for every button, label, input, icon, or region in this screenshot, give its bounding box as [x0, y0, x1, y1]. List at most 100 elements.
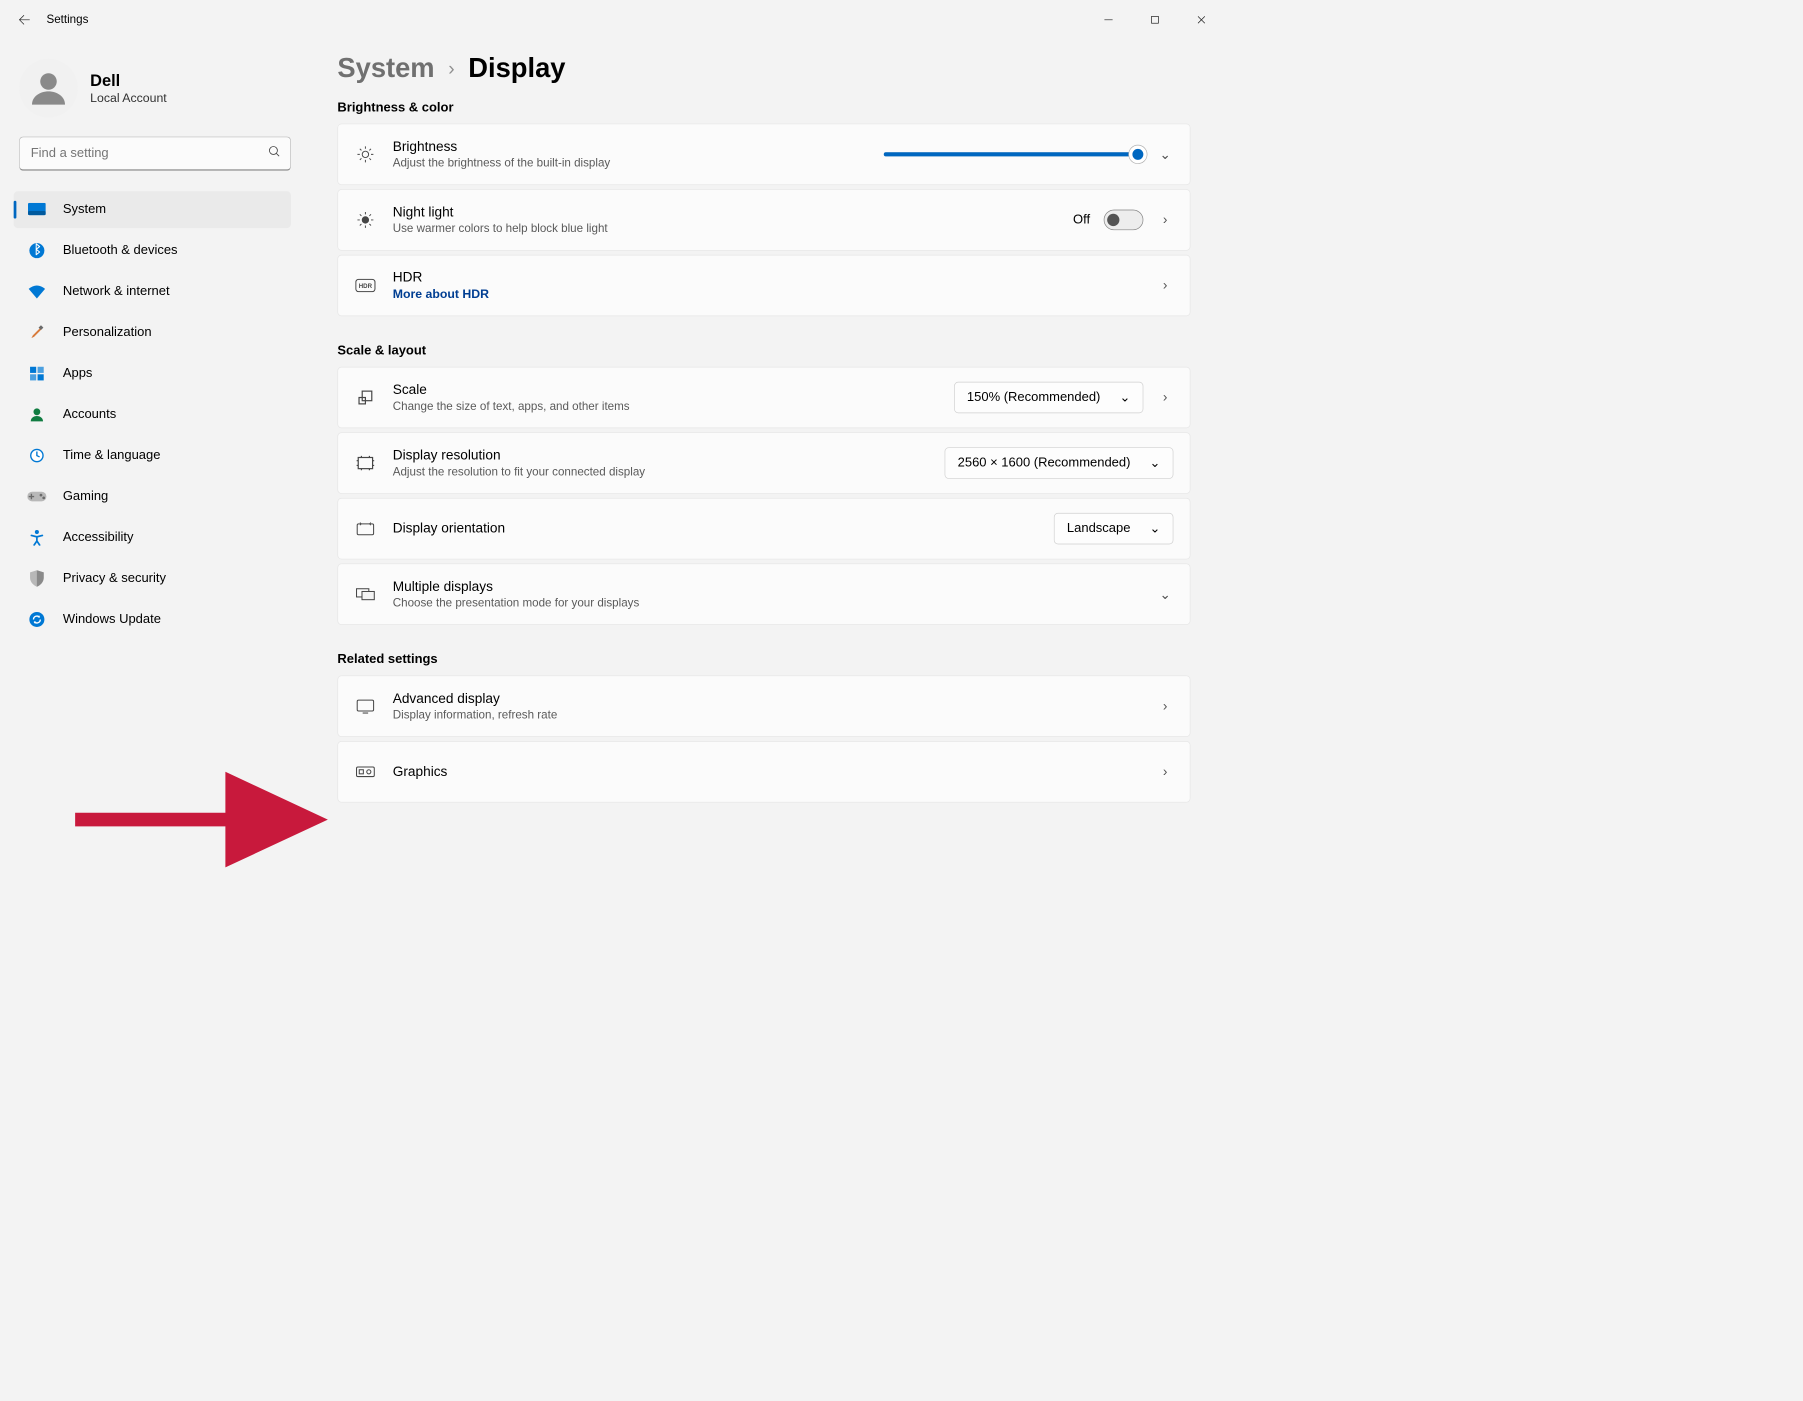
orientation-icon: [354, 521, 376, 536]
sidebar-item-network[interactable]: Network & internet: [14, 273, 291, 310]
dropdown-value: 2560 × 1600 (Recommended): [958, 456, 1131, 471]
update-icon: [27, 610, 46, 629]
chevron-right-icon[interactable]: ›: [1157, 390, 1173, 406]
sidebar-item-label: Time & language: [63, 448, 161, 463]
breadcrumb: System › Display: [337, 53, 1190, 84]
sidebar-item-label: Gaming: [63, 489, 108, 504]
sidebar-item-time-language[interactable]: Time & language: [14, 437, 291, 474]
brightness-slider[interactable]: [884, 152, 1144, 156]
sidebar-item-label: Network & internet: [63, 284, 170, 299]
section-scale-layout: Scale & layout: [337, 344, 1190, 359]
sidebar-item-accounts[interactable]: Accounts: [14, 396, 291, 433]
scale-dropdown[interactable]: 150% (Recommended) ⌄: [954, 382, 1143, 413]
night-light-toggle[interactable]: [1104, 210, 1144, 230]
sidebar-item-windows-update[interactable]: Windows Update: [14, 601, 291, 638]
content-area: System › Display Brightness & color Brig…: [305, 40, 1232, 957]
shield-icon: [27, 569, 46, 588]
slider-fill: [884, 152, 1138, 156]
scale-row[interactable]: Scale Change the size of text, apps, and…: [337, 367, 1190, 428]
sidebar-item-label: Apps: [63, 366, 93, 381]
sidebar-item-label: Accessibility: [63, 530, 134, 545]
graphics-icon: [354, 764, 376, 779]
accessibility-icon: [27, 528, 46, 547]
sidebar-item-privacy[interactable]: Privacy & security: [14, 560, 291, 597]
search-icon[interactable]: [268, 145, 282, 163]
row-subtitle: Choose the presentation mode for your di…: [393, 596, 1141, 610]
row-title: Display resolution: [393, 448, 929, 464]
row-title: Graphics: [393, 764, 1141, 780]
maximize-button[interactable]: [1133, 3, 1177, 36]
hdr-row[interactable]: HDR HDR More about HDR ›: [337, 255, 1190, 316]
close-icon: [1197, 15, 1207, 25]
row-subtitle: Use warmer colors to help block blue lig…: [393, 222, 1057, 236]
row-title: HDR: [393, 270, 1141, 286]
sidebar-item-label: System: [63, 202, 106, 217]
sidebar-item-label: Privacy & security: [63, 571, 166, 586]
graphics-row[interactable]: Graphics ›: [337, 741, 1190, 802]
sidebar-item-accessibility[interactable]: Accessibility: [14, 519, 291, 556]
account-name: Dell: [90, 71, 167, 90]
row-title: Display orientation: [393, 521, 1038, 537]
back-arrow-icon: [18, 13, 32, 27]
night-light-row[interactable]: Night light Use warmer colors to help bl…: [337, 189, 1190, 250]
chevron-down-icon[interactable]: ⌄: [1157, 146, 1173, 163]
chevron-right-icon[interactable]: ›: [1157, 698, 1173, 714]
chevron-right-icon[interactable]: ›: [1157, 278, 1173, 294]
resolution-row[interactable]: Display resolution Adjust the resolution…: [337, 432, 1190, 493]
advanced-display-row[interactable]: Advanced display Display information, re…: [337, 675, 1190, 736]
hdr-icon: HDR: [354, 279, 376, 293]
hdr-more-link[interactable]: More about HDR: [393, 287, 1141, 301]
sidebar-item-label: Accounts: [63, 407, 116, 422]
gaming-icon: [27, 487, 46, 506]
multiple-displays-row[interactable]: Multiple displays Choose the presentatio…: [337, 563, 1190, 624]
row-subtitle: Adjust the brightness of the built-in di…: [393, 156, 868, 170]
dropdown-value: 150% (Recommended): [967, 390, 1100, 405]
nav-list: System Bluetooth & devices Network & int…: [14, 191, 305, 638]
avatar-icon: [29, 68, 69, 108]
account-type: Local Account: [90, 90, 167, 104]
brush-icon: [27, 323, 46, 342]
orientation-row[interactable]: Display orientation Landscape ⌄: [337, 498, 1190, 559]
chevron-right-icon: ›: [448, 58, 454, 80]
brightness-row[interactable]: Brightness Adjust the brightness of the …: [337, 124, 1190, 185]
chevron-down-icon: ⌄: [1150, 455, 1161, 471]
chevron-right-icon[interactable]: ›: [1157, 212, 1173, 228]
sidebar-item-system[interactable]: System: [14, 191, 291, 228]
sidebar-item-apps[interactable]: Apps: [14, 355, 291, 392]
chevron-down-icon: ⌄: [1119, 390, 1130, 406]
sidebar-item-personalization[interactable]: Personalization: [14, 314, 291, 351]
section-brightness-color: Brightness & color: [337, 100, 1190, 115]
row-subtitle: Display information, refresh rate: [393, 708, 1141, 722]
multiple-displays-icon: [354, 586, 376, 602]
chevron-down-icon[interactable]: ⌄: [1157, 586, 1173, 603]
slider-thumb[interactable]: [1129, 145, 1147, 163]
close-button[interactable]: [1180, 3, 1224, 36]
chevron-right-icon[interactable]: ›: [1157, 764, 1173, 780]
search-input[interactable]: [19, 137, 291, 171]
account-header[interactable]: Dell Local Account: [19, 59, 304, 118]
search-box[interactable]: [19, 137, 291, 171]
sidebar-item-bluetooth[interactable]: Bluetooth & devices: [14, 232, 291, 269]
bluetooth-icon: [27, 241, 46, 260]
section-related: Related settings: [337, 652, 1190, 667]
row-title: Scale: [393, 382, 938, 398]
row-title: Brightness: [393, 139, 868, 155]
breadcrumb-current: Display: [468, 53, 565, 84]
night-light-icon: [354, 210, 376, 229]
row-subtitle: Change the size of text, apps, and other…: [393, 399, 938, 413]
person-icon: [27, 405, 46, 424]
back-button[interactable]: [8, 3, 41, 36]
system-icon: [27, 200, 46, 219]
minimize-icon: [1104, 15, 1114, 25]
resolution-dropdown[interactable]: 2560 × 1600 (Recommended) ⌄: [945, 447, 1174, 478]
breadcrumb-parent[interactable]: System: [337, 53, 434, 84]
wifi-icon: [27, 282, 46, 301]
row-title: Advanced display: [393, 691, 1141, 707]
minimize-button[interactable]: [1087, 3, 1131, 36]
orientation-dropdown[interactable]: Landscape ⌄: [1054, 513, 1173, 544]
window-title: Settings: [46, 13, 88, 27]
svg-text:HDR: HDR: [359, 283, 373, 290]
resolution-icon: [354, 454, 376, 473]
window-controls: [1087, 3, 1224, 36]
sidebar-item-gaming[interactable]: Gaming: [14, 478, 291, 515]
